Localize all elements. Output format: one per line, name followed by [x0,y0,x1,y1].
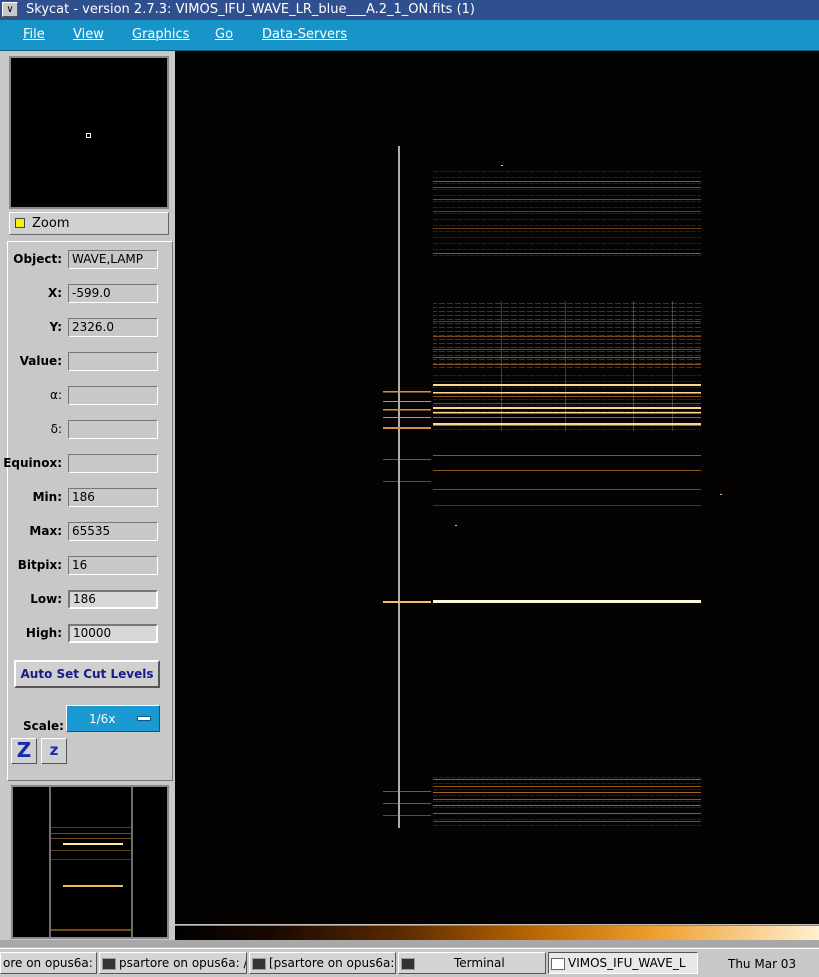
info-row-bitpix: Bitpix: 16 [8,556,174,576]
menu-graphics[interactable]: Graphics [132,27,189,42]
low-cut-input[interactable]: 186 [68,590,158,609]
info-row-object: Object: WAVE,LAMP [8,250,174,270]
y-value: 2326.0 [68,318,158,337]
menu-data-servers[interactable]: Data-Servers [262,27,347,42]
info-row-alpha: α: [8,386,174,406]
info-row-delta: δ: [8,420,174,440]
zoom-label: Zoom [32,216,70,231]
info-row-high: High: 10000 [8,624,174,644]
info-row-max: Max: 65535 [8,522,174,542]
y-label: Y: [49,320,62,334]
object-label: Object: [13,252,62,266]
title-bar: ∨ Skycat - version 2.7.3: VIMOS_IFU_WAVE… [0,0,819,20]
task-terminal-3[interactable]: [psartore on opus6a: / [249,952,396,974]
terminal-icon [102,957,116,970]
pan-marker[interactable] [86,133,91,138]
x-label: X: [47,286,62,300]
min-value: 186 [68,488,158,507]
zoom-toggle[interactable]: Zoom [9,212,169,235]
task-label: ore on opus6a: / [3,956,97,970]
window-icon [551,957,565,970]
menu-view[interactable]: View [73,27,104,42]
task-label: psartore on opus6a: /h [119,956,247,970]
magnifier-image [13,787,167,937]
value-value [68,352,158,371]
fits-image [383,146,722,831]
high-cut-input[interactable]: 10000 [68,624,158,643]
info-row-equinox: Equinox: [3,454,174,474]
alpha-label: α: [50,388,62,402]
auto-set-cut-levels-button[interactable]: Auto Set Cut Levels [14,660,160,688]
equinox-label: Equinox: [3,456,62,470]
info-row-value: Value: [8,352,174,372]
info-row-low: Low: 186 [8,590,174,610]
task-label: [psartore on opus6a: / [269,956,396,970]
dropdown-indicator-icon [137,716,151,721]
task-terminal-1[interactable]: ore on opus6a: / [0,952,97,974]
menu-bar: File View Graphics Go Data-Servers [0,20,819,51]
zoom-in-button[interactable]: Z [11,738,37,764]
menu-go[interactable]: Go [215,27,233,42]
info-row-x: X: -599.0 [8,284,174,304]
scale-label: Scale: [23,719,64,733]
task-terminal-2[interactable]: psartore on opus6a: /h [99,952,247,974]
x-value: -599.0 [68,284,158,303]
min-label: Min: [32,490,62,504]
colormap-bar [175,925,819,940]
delta-label: δ: [50,422,62,436]
image-canvas[interactable] [175,51,819,924]
bitpix-value: 16 [68,556,158,575]
terminal-icon [252,957,266,970]
bitpix-label: Bitpix: [17,558,62,572]
clock: Thu Mar 03 [728,957,797,971]
info-row-min: Min: 186 [8,488,174,508]
high-label: High: [25,626,62,640]
pan-window[interactable] [9,56,169,209]
task-skycat[interactable]: VIMOS_IFU_WAVE_L [548,952,698,974]
window-menu-button[interactable]: ∨ [2,2,18,17]
scale-menubutton[interactable]: 1/6x [66,705,160,732]
task-label: VIMOS_IFU_WAVE_L [568,956,686,970]
object-value: WAVE,LAMP [68,250,158,269]
terminal-icon [401,957,415,970]
low-label: Low: [30,592,62,606]
max-label: Max: [29,524,62,538]
task-terminal-4[interactable]: Terminal [398,952,546,974]
max-value: 65535 [68,522,158,541]
equinox-value [68,454,158,473]
horizontal-scrollbar[interactable] [0,940,819,947]
menu-file[interactable]: File [23,27,45,42]
value-label: Value: [19,354,62,368]
control-panel: Zoom Object: WAVE,LAMP X: -599.0 Y: 2326… [0,51,175,945]
alpha-value [68,386,158,405]
info-row-y: Y: 2326.0 [8,318,174,338]
magnifier-window [11,785,169,939]
window-title: Skycat - version 2.7.3: VIMOS_IFU_WAVE_L… [26,2,475,17]
taskbar: ore on opus6a: / psartore on opus6a: /h … [0,948,819,977]
zoom-out-button[interactable]: z [41,738,67,764]
zoom-checkbox[interactable] [15,218,25,228]
scale-value: 1/6x [89,712,116,726]
delta-value [68,420,158,439]
info-panel: Object: WAVE,LAMP X: -599.0 Y: 2326.0 Va… [3,241,174,781]
task-label: Terminal [454,956,505,970]
